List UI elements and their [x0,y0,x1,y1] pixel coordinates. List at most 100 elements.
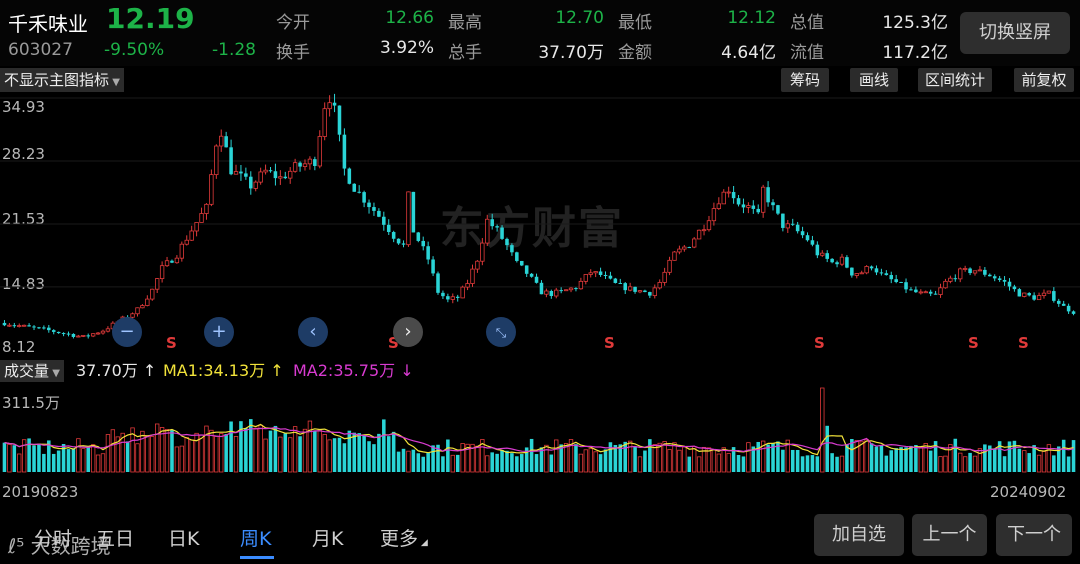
volume-bar [233,436,239,473]
candle [1007,278,1012,291]
candle [554,287,559,299]
candle [988,273,992,277]
candle [51,329,56,335]
candle [815,241,820,259]
volume-bar [219,433,224,473]
volume-bar [278,436,283,473]
volume-bar [332,438,337,472]
volume-bar [938,456,943,473]
volume-bar [874,446,879,472]
previous-stock-button[interactable]: 上一个 [912,514,987,556]
candle [593,271,598,278]
volume-bar [391,431,396,472]
volume-bar [244,428,248,472]
candle [962,265,968,272]
candle [603,271,608,279]
volume-bar [66,449,71,472]
switch-portrait-button[interactable]: 切换竖屏 [960,12,1070,54]
candle [278,170,283,185]
tab-daily-k[interactable]: 日K [168,524,199,551]
candle [465,279,470,291]
zoom-in-button[interactable]: + [204,317,234,347]
scroll-right-button[interactable]: › [393,317,423,347]
tab-monthly-k[interactable]: 月K [312,524,343,551]
candle [933,290,938,295]
candle [687,246,692,249]
candle [524,265,529,277]
volume-bar [943,455,948,473]
volume-bar [904,447,908,472]
candle [239,164,243,181]
volume-bar [790,449,795,472]
volume-bar [268,430,273,472]
tab-weekly-k[interactable]: 周K [240,524,271,551]
volume-bar [150,436,155,473]
volume-bar [441,456,445,472]
market-cap-label: 总值 [790,13,824,33]
candle [549,289,554,299]
volume-bar [51,453,56,472]
candle [864,265,869,275]
candle [209,169,214,207]
candle [480,238,485,266]
volume-bar [337,437,342,472]
volume-bar [593,451,598,473]
chips-button[interactable]: 筹码 [781,68,829,92]
candle [839,253,845,267]
volume-bar [633,446,637,472]
main-indicator-select[interactable]: 不显示主图指标 ▼ [0,68,124,92]
volume-bar [322,434,327,473]
volume-bar [889,450,894,472]
volume-bar [958,452,963,473]
volume-indicator-select[interactable]: 成交量 ▼ [0,360,64,382]
candle [253,180,258,192]
candle [608,271,613,280]
candle [850,267,854,278]
volume-bar [406,450,411,473]
plus-icon: + [211,321,227,342]
volume-bar [643,450,647,472]
adjust-mode-button[interactable]: 前复权 [1014,68,1074,92]
candle [1032,292,1036,301]
candle [667,256,672,276]
volume-chart[interactable] [0,384,1080,476]
candle [204,203,209,220]
candle [258,167,263,185]
volume-ma1-line [4,423,1074,456]
add-watchlist-button[interactable]: 加自选 [814,514,904,556]
candle [904,278,908,294]
range-stats-button[interactable]: 区间统计 [918,68,992,92]
volume-bar [815,456,820,472]
candle [746,202,751,214]
candle [1052,287,1056,303]
candle [233,164,239,175]
volume-bar [90,444,96,473]
candle [618,278,623,284]
tab-more[interactable]: 更多 ◢ [380,524,428,551]
candle [145,295,150,307]
candle [1046,290,1052,294]
volume-bar [164,429,170,473]
zoom-out-button[interactable]: − [112,317,142,347]
volume-bar [962,456,968,473]
volume-bar [313,430,317,472]
volume-bar [450,454,455,473]
volume-bar [253,427,258,473]
fit-screen-button[interactable]: ⤡ [486,317,516,347]
candle [105,326,111,333]
candle [298,161,302,172]
candle [835,260,839,268]
draw-line-button[interactable]: 画线 [850,68,898,92]
next-stock-button[interactable]: 下一个 [996,514,1072,556]
candle [66,331,71,337]
candle [1012,284,1017,292]
candle [510,243,514,256]
volume-bar [667,449,672,473]
volume-bar [12,445,17,472]
candle [574,287,578,292]
scroll-left-button[interactable]: ‹ [298,317,328,347]
candle [81,334,86,338]
candle [214,144,219,179]
candlestick-chart[interactable] [0,92,1080,357]
volume-bar [145,435,150,473]
